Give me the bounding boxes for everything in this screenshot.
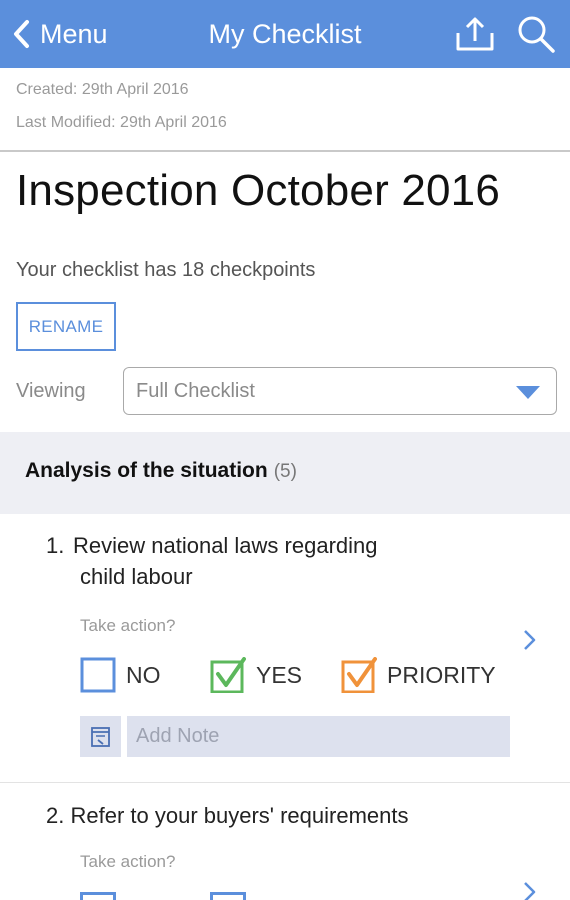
option-no-checkbox[interactable] (80, 892, 116, 900)
checkpoint-1-title-line2: child labour (80, 564, 193, 589)
checkpoint-2-title-text: Refer to your buyers' requirements (70, 803, 409, 828)
chevron-left-icon (14, 20, 29, 48)
chevron-right-icon[interactable] (520, 628, 538, 652)
checkbox-checked-icon (341, 657, 377, 693)
take-action-label: Take action? (80, 616, 176, 635)
dropdown-caret-icon (516, 386, 540, 399)
checkpoint-1-number: 1. (46, 533, 65, 558)
section-title-wrap: Analysis of the situation (5) (25, 459, 297, 483)
note-icon[interactable] (80, 716, 121, 757)
checkpoint-2-title: 2. Refer to your buyers' requirements (46, 800, 409, 831)
section-count: (5) (273, 461, 297, 482)
checkpoint-2-number: 2. (46, 803, 65, 828)
search-icon[interactable] (516, 14, 556, 54)
viewing-label: Viewing (16, 380, 86, 402)
option-yes-label: YES (256, 661, 303, 688)
option-priority-label: PRIORITY (387, 661, 496, 688)
checkpoint-1-title: 1. Review national laws regarding child l… (46, 530, 466, 592)
checkbox-checked-icon (210, 657, 246, 693)
viewing-selected-value: Full Checklist (136, 380, 255, 402)
item-divider (0, 782, 570, 783)
checkbox-unchecked-icon (80, 657, 116, 693)
app-header: Menu My Checklist (0, 0, 570, 68)
viewing-select[interactable]: Full Checklist (123, 367, 557, 415)
checkpoint-summary: Your checklist has 18 checkpoints (16, 259, 316, 281)
menu-back-label: Menu (40, 18, 108, 49)
checkpoint-1-title-line1: Review national laws regarding (73, 533, 378, 558)
section-header[interactable]: Analysis of the situation (5) (0, 432, 570, 514)
checklist-title: Inspection October 2016 (16, 166, 501, 215)
option-yes-checkbox[interactable]: YES (210, 656, 302, 694)
note-pad-icon (90, 726, 110, 747)
header-divider (0, 150, 570, 152)
take-action-label: Take action? (80, 852, 176, 871)
section-title: Analysis of the situation (25, 459, 268, 482)
option-no-checkbox[interactable]: NO (80, 656, 161, 694)
option-no-label: NO (126, 661, 161, 688)
created-date: Created: 29th April 2016 (16, 81, 189, 98)
chevron-right-icon[interactable] (520, 880, 538, 900)
option-priority-checkbox[interactable]: PRIORITY (341, 656, 496, 694)
rename-button[interactable]: RENAME (16, 302, 116, 351)
menu-back-button[interactable]: Menu (12, 14, 108, 54)
last-modified-date: Last Modified: 29th April 2016 (16, 114, 227, 131)
share-upload-icon[interactable] (456, 16, 494, 52)
add-note-input[interactable] (127, 716, 510, 757)
option-yes-checkbox[interactable] (210, 892, 246, 900)
